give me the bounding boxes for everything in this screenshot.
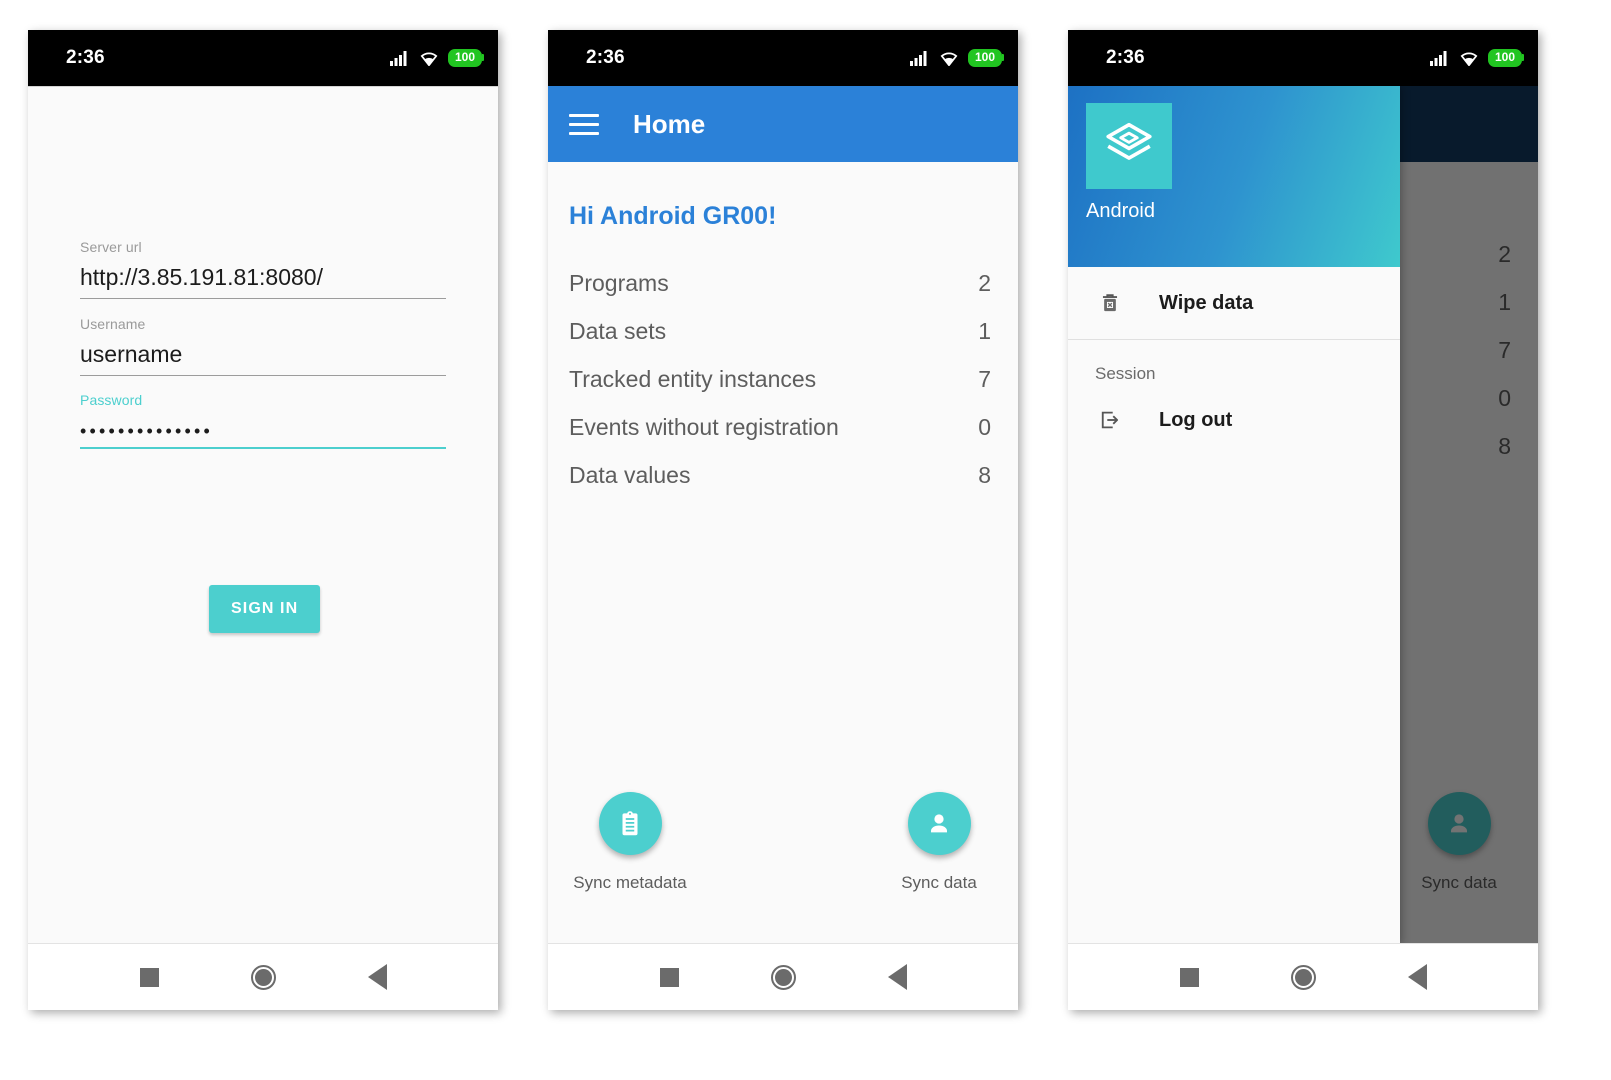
wifi-icon bbox=[420, 52, 438, 66]
username-label: Username bbox=[80, 316, 146, 332]
status-bar-icons: 100 bbox=[389, 49, 485, 67]
password-field[interactable]: Password •••••••••••••• bbox=[80, 392, 446, 449]
counter-label: Events without registration bbox=[569, 413, 839, 440]
password-input[interactable]: •••••••••••••• bbox=[80, 414, 446, 444]
list-item[interactable]: Programs 2 bbox=[548, 259, 1018, 307]
hamburger-menu-icon[interactable] bbox=[569, 108, 599, 141]
navigation-drawer: Android Wipe data Session Log out bbox=[1068, 86, 1400, 944]
circle-home-icon[interactable] bbox=[770, 964, 796, 990]
counter-value: 0 bbox=[978, 413, 991, 440]
greeting-text: Hi Android GR00! bbox=[569, 202, 777, 230]
username-field[interactable]: Username username bbox=[80, 316, 446, 376]
home-content: Home Hi Android GR00! Programs 2 Data se… bbox=[548, 86, 1018, 944]
sync-metadata-button[interactable] bbox=[598, 792, 662, 855]
status-bar: 2:36 100 bbox=[28, 30, 498, 86]
status-bar-time: 2:36 bbox=[586, 47, 625, 68]
drawer-item-log-out[interactable]: Log out bbox=[1068, 384, 1400, 456]
triangle-back-icon[interactable] bbox=[367, 964, 387, 990]
home-content-behind-drawer: 2 1 7 0 8 bbox=[1068, 86, 1538, 944]
list-item[interactable]: Tracked entity instances 7 bbox=[548, 355, 1018, 403]
battery-icon: 100 bbox=[447, 49, 485, 67]
server-url-input[interactable]: http://3.85.191.81:8080/ bbox=[80, 261, 446, 294]
drawer-item-wipe-data[interactable]: Wipe data bbox=[1068, 267, 1400, 339]
list-item[interactable]: Data values 8 bbox=[548, 451, 1018, 499]
circle-home-icon[interactable] bbox=[250, 964, 276, 990]
android-nav-bar bbox=[548, 943, 1018, 1010]
phone-screen-drawer: 2:36 100 2 bbox=[1068, 30, 1538, 1010]
status-bar: 2:36 100 bbox=[548, 30, 1018, 86]
wifi-icon bbox=[1460, 52, 1478, 66]
server-url-underline bbox=[80, 298, 446, 299]
cellular-signal-icon bbox=[1429, 51, 1447, 66]
sync-actions: Sync metadata Sync data bbox=[548, 792, 1018, 922]
triangle-back-icon[interactable] bbox=[887, 964, 907, 990]
sync-data-action[interactable]: Sync data bbox=[874, 792, 1004, 893]
drawer-item-label: Log out bbox=[1159, 408, 1233, 431]
battery-icon: 100 bbox=[1487, 49, 1525, 67]
phone-screen-login: 2:36 100 Server url http://3.85.191.81:8… bbox=[28, 30, 498, 1010]
cellular-signal-icon bbox=[389, 51, 407, 66]
app-bar-title: Home bbox=[633, 108, 706, 139]
status-bar-time: 2:36 bbox=[66, 47, 105, 68]
login-form: Server url http://3.85.191.81:8080/ User… bbox=[28, 86, 498, 944]
password-label: Password bbox=[80, 392, 143, 408]
clipboard-icon bbox=[622, 810, 638, 835]
status-bar-time: 2:36 bbox=[1106, 47, 1145, 68]
drawer-username: Android bbox=[1086, 200, 1155, 222]
app-bar: Home bbox=[548, 86, 1018, 162]
square-recents-icon[interactable] bbox=[1179, 967, 1199, 987]
status-bar-icons: 100 bbox=[1429, 49, 1525, 67]
sign-in-button[interactable]: SIGN IN bbox=[209, 585, 321, 633]
counter-label: Data values bbox=[569, 461, 691, 488]
battery-icon: 100 bbox=[967, 49, 1005, 67]
logout-arrow-icon bbox=[1095, 407, 1125, 433]
server-url-field[interactable]: Server url http://3.85.191.81:8080/ bbox=[80, 239, 446, 299]
sync-metadata-label: Sync metadata bbox=[573, 873, 687, 892]
counter-value: 8 bbox=[978, 461, 991, 488]
triangle-back-icon[interactable] bbox=[1407, 964, 1427, 990]
counter-label: Programs bbox=[569, 269, 669, 296]
phone-screen-home: 2:36 100 Home Hi Android GR00! Programs … bbox=[548, 30, 1018, 1010]
counter-value: 1 bbox=[978, 317, 991, 344]
list-item[interactable]: Data sets 1 bbox=[548, 307, 1018, 355]
person-icon bbox=[931, 813, 947, 832]
android-nav-bar bbox=[28, 943, 498, 1010]
square-recents-icon[interactable] bbox=[139, 967, 159, 987]
username-input[interactable]: username bbox=[80, 338, 446, 371]
cellular-signal-icon bbox=[909, 51, 927, 66]
wifi-icon bbox=[940, 52, 958, 66]
sync-data-label: Sync data bbox=[901, 873, 977, 892]
counter-label: Tracked entity instances bbox=[569, 365, 817, 392]
drawer-item-label: Wipe data bbox=[1159, 291, 1254, 314]
drawer-header: Android bbox=[1068, 86, 1400, 267]
counter-label: Data sets bbox=[569, 317, 667, 344]
dhis2-layers-logo-icon bbox=[1086, 103, 1172, 189]
sync-metadata-action[interactable]: Sync metadata bbox=[565, 792, 695, 893]
square-recents-icon[interactable] bbox=[659, 967, 679, 987]
sync-data-button[interactable] bbox=[907, 792, 971, 855]
counter-value: 7 bbox=[978, 365, 991, 392]
status-bar: 2:36 100 bbox=[1068, 30, 1538, 86]
status-bar-icons: 100 bbox=[909, 49, 1005, 67]
list-item[interactable]: Events without registration 0 bbox=[548, 403, 1018, 451]
drawer-section-label: Session bbox=[1095, 364, 1156, 383]
counter-value: 2 bbox=[978, 269, 991, 296]
circle-home-icon[interactable] bbox=[1290, 964, 1316, 990]
username-underline bbox=[80, 375, 446, 376]
screenshot-stage: 2:36 100 Server url http://3.85.191.81:8… bbox=[0, 0, 1611, 1080]
trash-wipe-icon bbox=[1095, 290, 1125, 316]
password-underline bbox=[80, 447, 446, 449]
android-nav-bar bbox=[1068, 943, 1538, 1010]
counter-list: Programs 2 Data sets 1 Tracked entity in… bbox=[548, 259, 1018, 499]
server-url-label: Server url bbox=[80, 239, 142, 255]
